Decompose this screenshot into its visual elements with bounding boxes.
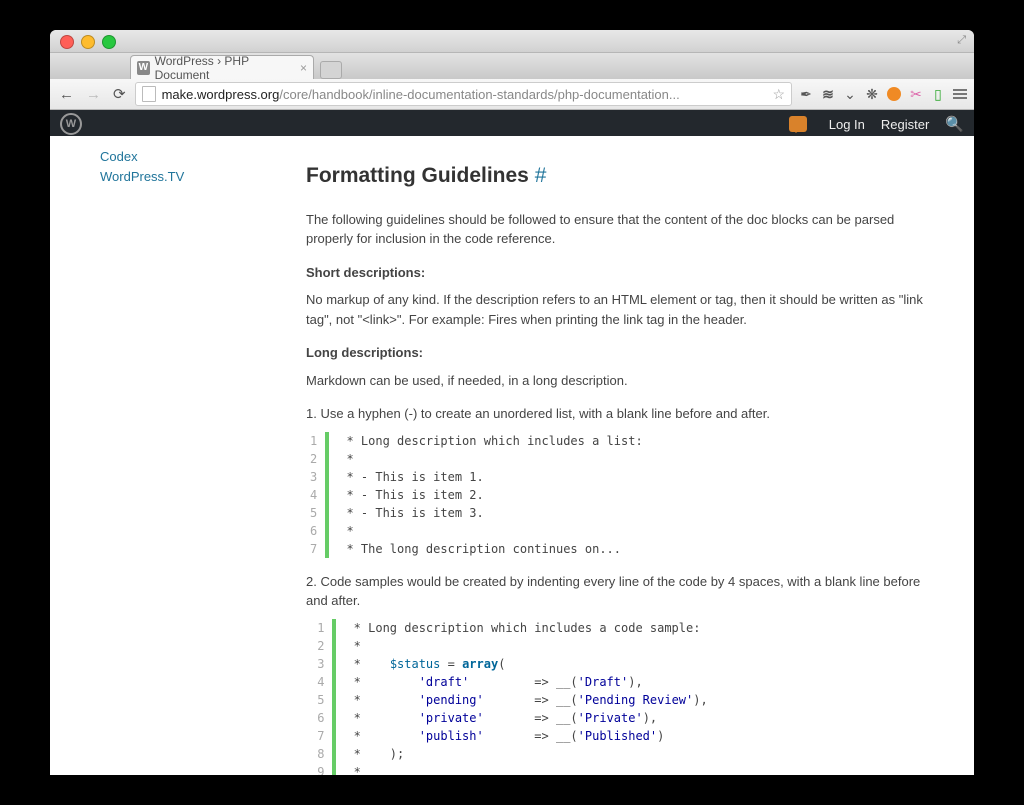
code-gutter [332, 619, 336, 776]
forward-button[interactable]: → [83, 86, 104, 103]
fullscreen-icon[interactable]: ⤢ [957, 34, 966, 47]
long-body: Markdown can be used, if needed, in a lo… [306, 371, 944, 391]
tab-title: WordPress › PHP Document [155, 54, 292, 82]
favicon-icon: W [137, 61, 150, 75]
new-tab-button[interactable] [320, 61, 342, 79]
evernote-icon[interactable]: ❋ [864, 86, 880, 102]
code-content: * Long description which includes a code… [346, 619, 707, 776]
url-path: /core/handbook/inline-documentation-stan… [279, 87, 679, 102]
code-gutter [325, 432, 329, 558]
heading: Formatting Guidelines # [306, 160, 944, 192]
extension-icon[interactable] [886, 86, 902, 102]
zoom-window-button[interactable] [102, 35, 116, 49]
reload-button[interactable]: ⟳ [110, 85, 129, 103]
sidebar: Codex WordPress.TV [50, 136, 300, 189]
extension-icon[interactable]: ✂ [908, 86, 924, 102]
browser-tab[interactable]: W WordPress › PHP Document × [130, 55, 314, 79]
extension-icon[interactable]: ✒ [798, 86, 814, 102]
line-numbers: 1 2 3 4 5 6 7 8 9 10 [306, 619, 332, 776]
short-body: No markup of any kind. If the descriptio… [306, 290, 944, 329]
close-tab-icon[interactable]: × [300, 61, 307, 75]
login-link[interactable]: Log In [829, 117, 865, 132]
sidebar-link-wptv[interactable]: WordPress.TV [100, 169, 300, 184]
register-link[interactable]: Register [881, 117, 929, 132]
pocket-icon[interactable]: ⌄ [842, 86, 858, 102]
search-icon[interactable]: 🔍 [945, 115, 964, 133]
article: Formatting Guidelines # The following gu… [306, 146, 944, 775]
code-content: * Long description which includes a list… [339, 432, 642, 558]
heading-text: Formatting Guidelines [306, 164, 529, 187]
intro-text: The following guidelines should be follo… [306, 210, 944, 249]
long-title: Long descriptions: [306, 343, 944, 363]
address-bar[interactable]: make.wordpress.org/core/handbook/inline-… [135, 82, 792, 106]
mac-titlebar: ⤢ [50, 30, 974, 53]
wp-admin-bar: W Log In Register 🔍 [50, 110, 974, 138]
heading-anchor[interactable]: # [535, 164, 547, 187]
url-host: make.wordpress.org [162, 87, 280, 102]
browser-tabstrip: W WordPress › PHP Document × [50, 53, 974, 79]
bookmark-star-icon[interactable]: ☆ [772, 86, 785, 103]
back-button[interactable]: ← [56, 86, 77, 103]
browser-toolbar: ← → ⟳ make.wordpress.org/core/handbook/i… [50, 79, 974, 110]
page-icon [142, 86, 156, 102]
sidebar-link-codex[interactable]: Codex [100, 149, 300, 164]
extension-icon[interactable]: ▯ [930, 86, 946, 102]
wordpress-logo-icon[interactable]: W [60, 113, 82, 135]
short-title: Short descriptions: [306, 263, 944, 283]
code-block-1: 1 2 3 4 5 6 7 * Long description which i… [306, 432, 944, 558]
code-block-2: 1 2 3 4 5 6 7 8 9 10 * Long description … [306, 619, 944, 776]
menu-button[interactable] [952, 86, 968, 102]
notifications-icon[interactable] [789, 116, 807, 132]
minimize-window-button[interactable] [81, 35, 95, 49]
long-item-2: 2. Code samples would be created by inde… [306, 572, 944, 611]
long-item-1: 1. Use a hyphen (-) to create an unorder… [306, 404, 944, 424]
close-window-button[interactable] [60, 35, 74, 49]
line-numbers: 1 2 3 4 5 6 7 [306, 432, 325, 558]
extension-icon[interactable]: ≋ [820, 86, 836, 102]
